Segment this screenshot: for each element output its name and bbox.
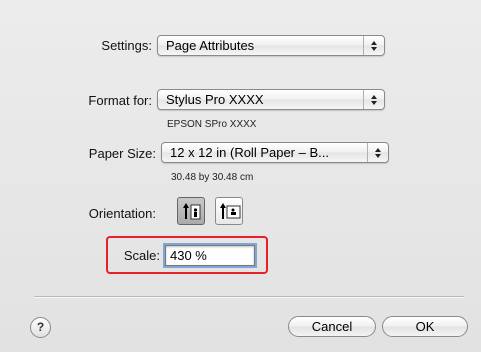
ok-button[interactable]: OK <box>382 316 468 337</box>
scale-input[interactable] <box>163 243 257 268</box>
settings-value: Page Attributes <box>166 38 255 53</box>
popup-arrows-icon <box>363 36 384 55</box>
settings-label: Settings: <box>101 38 152 53</box>
popup-arrows-icon <box>363 90 384 109</box>
settings-popup[interactable]: Page Attributes <box>157 35 385 56</box>
page-setup-dialog: Settings: Page Attributes Format for: St… <box>0 0 481 352</box>
divider <box>34 296 464 298</box>
format-for-label: Format for: <box>88 93 152 108</box>
scale-label: Scale: <box>123 248 160 263</box>
format-for-value: Stylus Pro XXXX <box>166 92 264 107</box>
popup-arrows-icon <box>367 143 388 162</box>
orientation-label: Orientation: <box>88 206 156 221</box>
orientation-portrait-button[interactable] <box>177 197 205 225</box>
cancel-button[interactable]: Cancel <box>288 316 376 337</box>
paper-size-value: 12 x 12 in (Roll Paper – B... <box>170 145 329 160</box>
format-for-printer-name: EPSON SPro XXXX <box>167 119 257 130</box>
paper-size-label: Paper Size: <box>88 146 156 161</box>
format-for-popup[interactable]: Stylus Pro XXXX <box>157 89 385 110</box>
help-button[interactable]: ? <box>30 317 51 338</box>
orientation-landscape-button[interactable] <box>215 197 243 225</box>
portrait-icon <box>183 203 201 220</box>
paper-size-popup[interactable]: 12 x 12 in (Roll Paper – B... <box>161 142 389 163</box>
paper-size-dimensions: 30.48 by 30.48 cm <box>171 172 254 183</box>
landscape-icon <box>220 203 241 219</box>
